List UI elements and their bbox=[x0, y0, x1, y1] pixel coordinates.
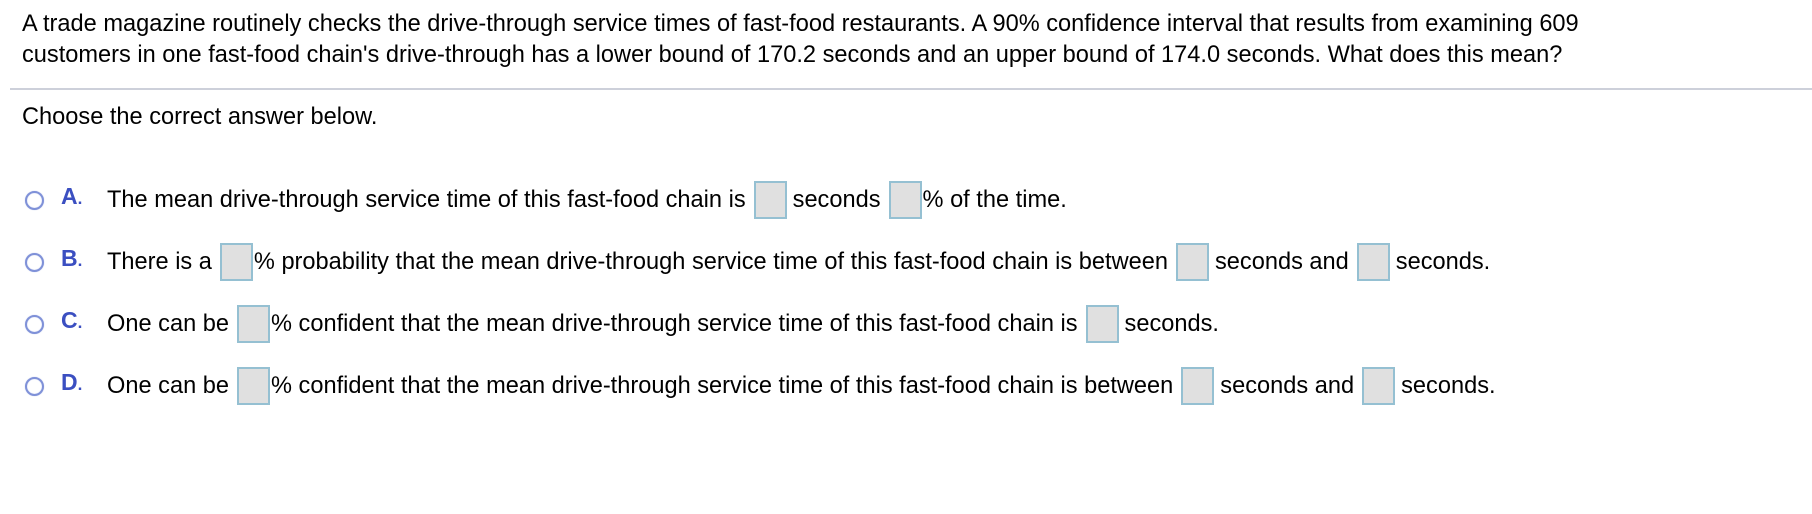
blank-a-percent[interactable] bbox=[888, 181, 922, 219]
option-b-text-4: seconds. bbox=[1395, 248, 1491, 275]
radio-option-d[interactable] bbox=[25, 376, 44, 396]
option-b-text-2: % probability that the mean drive-throug… bbox=[253, 248, 1168, 275]
option-d-text: One can be % confident that the mean dri… bbox=[107, 367, 1496, 405]
option-d-text-2: % confident that the mean drive-through … bbox=[271, 372, 1174, 399]
option-letter-d: D. bbox=[61, 368, 83, 395]
option-d-text-4: seconds. bbox=[1401, 372, 1496, 399]
option-c-text-3: seconds. bbox=[1124, 310, 1219, 337]
blank-d-upper-seconds[interactable] bbox=[1362, 367, 1396, 405]
option-d-text-3: seconds and bbox=[1220, 372, 1355, 399]
radio-option-c[interactable] bbox=[25, 314, 44, 334]
prompt-line-1: A trade magazine routinely checks the dr… bbox=[22, 11, 1579, 37]
blank-b-percent[interactable] bbox=[219, 243, 253, 281]
option-b-text: There is a % probability that the mean d… bbox=[107, 243, 1490, 281]
blank-c-seconds[interactable] bbox=[1085, 305, 1119, 343]
option-letter-c: C. bbox=[61, 306, 83, 333]
blank-d-lower-seconds[interactable] bbox=[1181, 367, 1215, 405]
option-d-text-1: One can be bbox=[107, 372, 229, 399]
question-prompt: A trade magazine routinely checks the dr… bbox=[22, 9, 1782, 71]
prompt-line-2: customers in one fast-food chain's drive… bbox=[22, 42, 1563, 68]
blank-b-lower-seconds[interactable] bbox=[1175, 243, 1209, 281]
option-b[interactable]: B. There is a % probability that the mea… bbox=[22, 240, 1490, 284]
instruction-text: Choose the correct answer below. bbox=[22, 104, 378, 130]
option-letter-a: A. bbox=[61, 182, 83, 209]
radio-option-b[interactable] bbox=[25, 252, 44, 272]
option-a-text-1: The mean drive-through service time of t… bbox=[107, 186, 746, 213]
blank-c-percent[interactable] bbox=[237, 305, 270, 343]
option-c-text: One can be % confident that the mean dri… bbox=[107, 305, 1219, 343]
option-b-text-3: seconds and bbox=[1214, 248, 1349, 275]
option-a-text-2: seconds bbox=[792, 186, 881, 213]
section-divider bbox=[10, 88, 1812, 90]
option-a-text-3: % of the time. bbox=[922, 186, 1067, 213]
option-c[interactable]: C. One can be % confident that the mean … bbox=[22, 302, 1219, 346]
option-letter-b: B. bbox=[61, 244, 83, 271]
blank-d-percent[interactable] bbox=[237, 367, 270, 405]
option-d[interactable]: D. One can be % confident that the mean … bbox=[22, 364, 1496, 408]
option-b-text-1: There is a bbox=[107, 248, 212, 275]
blank-a-seconds[interactable] bbox=[753, 181, 787, 219]
option-a[interactable]: A. The mean drive-through service time o… bbox=[22, 178, 1067, 222]
blank-b-upper-seconds[interactable] bbox=[1356, 243, 1390, 281]
option-c-text-2: % confident that the mean drive-through … bbox=[271, 310, 1078, 337]
option-c-text-1: One can be bbox=[107, 310, 229, 337]
radio-option-a[interactable] bbox=[25, 190, 44, 210]
option-a-text: The mean drive-through service time of t… bbox=[107, 181, 1067, 219]
